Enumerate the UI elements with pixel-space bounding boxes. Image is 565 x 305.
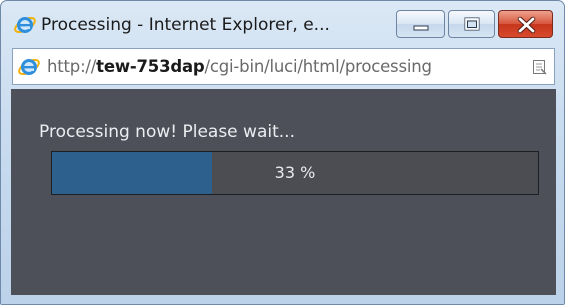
progress-label: 33 %	[274, 163, 316, 182]
browser-popup-window: Processing - Internet Explorer, e... htt…	[0, 0, 565, 305]
maximize-icon	[464, 17, 480, 31]
url-text[interactable]: http://tew-753dap/cgi-bin/luci/html/proc…	[47, 57, 432, 76]
url-host: tew-753dap	[96, 57, 205, 76]
progress-bar: 33 %	[51, 151, 539, 195]
address-bar[interactable]: http://tew-753dap/cgi-bin/luci/html/proc…	[12, 48, 555, 85]
processing-message: Processing now! Please wait...	[39, 122, 295, 142]
url-path: /cgi-bin/luci/html/processing	[204, 57, 432, 76]
minimize-button[interactable]	[396, 10, 445, 38]
title-bar[interactable]: Processing - Internet Explorer, e...	[1, 1, 564, 45]
content-top-edge	[11, 89, 556, 111]
internet-explorer-icon	[13, 13, 37, 37]
url-prefix: http://	[47, 57, 97, 76]
minimize-icon	[413, 25, 429, 31]
close-button[interactable]	[498, 10, 553, 38]
window-title: Processing - Internet Explorer, e...	[41, 15, 330, 35]
maximize-button[interactable]	[448, 10, 495, 38]
close-icon	[517, 16, 536, 34]
internet-explorer-icon	[17, 55, 41, 79]
compatibility-view-icon[interactable]	[532, 59, 548, 75]
